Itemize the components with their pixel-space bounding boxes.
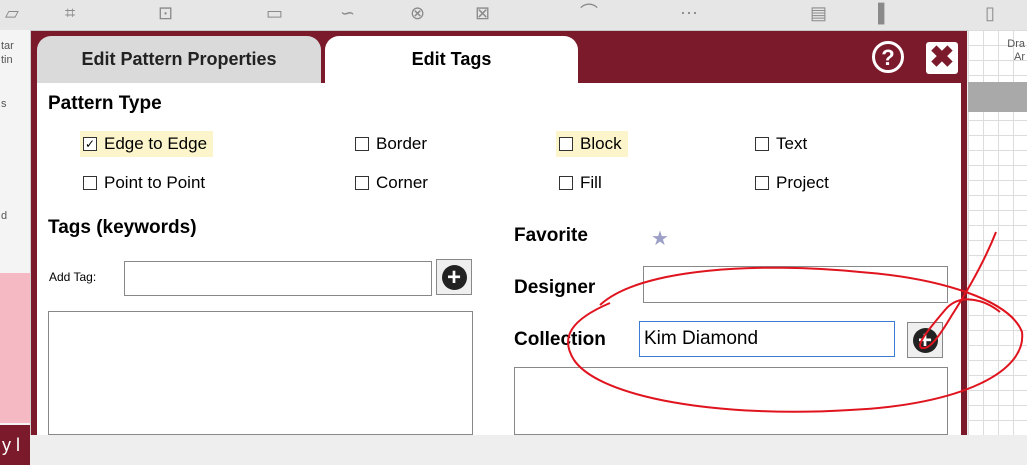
right-panel-label: Dra Ar (1007, 38, 1025, 63)
checkbox-checked-icon[interactable]: ✓ (83, 137, 97, 151)
tags-heading: Tags (keywords) (48, 217, 197, 238)
toolbar-tool-icon[interactable]: ▤ (810, 2, 827, 24)
toolbar-tool-icon[interactable]: ▯ (985, 2, 995, 24)
toolbar-tool-icon[interactable]: ⊡ (158, 2, 173, 24)
add-tag-input[interactable] (124, 261, 432, 296)
toolbar-tool-icon[interactable]: ▱ (5, 2, 19, 24)
pattern-type-heading: Pattern Type (48, 93, 162, 114)
tab-edit-tags[interactable]: Edit Tags (325, 36, 578, 83)
left-panel-text: tin (1, 54, 13, 66)
designer-label: Designer (514, 277, 596, 298)
toolbar-tool-icon[interactable]: ▭ (266, 2, 283, 24)
checkbox-label: Fill (580, 173, 602, 192)
checkbox-label: Text (776, 134, 808, 153)
add-tag-label: Add Tag: (49, 270, 97, 284)
checkbox-block[interactable]: Block (556, 131, 628, 157)
collection-label: Collection (514, 329, 606, 350)
toolbar-tool-icon[interactable]: ⌗ (65, 2, 75, 24)
app-toolbar: ▱ ⌗ ⊡ ▭ ∽ ⊗ ⊠ ⌒ ⋯ ▤ ▌ ▯ (0, 0, 1027, 31)
checkbox-box[interactable] (355, 176, 369, 190)
toolbar-tool-icon[interactable]: ⊗ (410, 2, 425, 24)
checkbox-text[interactable]: Text (752, 131, 813, 157)
plus-circle-icon: + (441, 264, 467, 290)
checkbox-label: Block (580, 134, 622, 153)
checkbox-box[interactable] (755, 176, 769, 190)
left-panel-text: d (1, 210, 8, 222)
checkbox-box[interactable] (559, 137, 573, 151)
checkbox-border[interactable]: Border (352, 131, 433, 157)
left-panel-footer: y l (0, 425, 30, 465)
close-icon[interactable]: ✖ (926, 42, 958, 74)
collections-list[interactable] (514, 367, 948, 435)
checkbox-label: Edge to Edge (104, 134, 208, 153)
add-collection-button[interactable]: + (907, 322, 943, 358)
checkbox-label: Project (776, 173, 829, 192)
toolbar-tool-icon[interactable]: ⊠ (475, 2, 490, 24)
checkbox-box[interactable] (83, 176, 97, 190)
checkbox-label: Point to Point (104, 173, 206, 192)
checkbox-box[interactable] (355, 137, 369, 151)
checkbox-label: Corner (376, 173, 428, 192)
left-panel-text: tar (1, 40, 14, 52)
add-tag-button[interactable]: + (436, 259, 472, 295)
toolbar-tool-icon[interactable]: ∽ (340, 2, 355, 24)
collection-input[interactable] (639, 321, 895, 357)
toolbar-tool-icon[interactable]: ⋯ (680, 2, 698, 24)
tags-list[interactable] (48, 311, 473, 435)
toolbar-tool-icon[interactable]: ⌒ (580, 2, 598, 24)
checkbox-fill[interactable]: Fill (556, 170, 608, 196)
designer-input[interactable] (643, 266, 948, 303)
checkbox-edge-to-edge[interactable]: ✓ Edge to Edge (80, 131, 214, 157)
left-panel-thumbnail[interactable] (0, 273, 30, 423)
checkbox-box[interactable] (755, 137, 769, 151)
tab-edit-pattern-properties[interactable]: Edit Pattern Properties (37, 36, 321, 83)
checkbox-point-to-point[interactable]: Point to Point (80, 170, 211, 196)
toolbar-tool-icon[interactable]: ▌ (878, 2, 891, 24)
help-icon[interactable]: ? (872, 41, 904, 73)
plus-circle-icon: + (912, 327, 938, 353)
favorite-label: Favorite (514, 225, 588, 246)
checkbox-project[interactable]: Project (752, 170, 835, 196)
right-panel-header (968, 82, 1027, 112)
checkbox-corner[interactable]: Corner (352, 170, 434, 196)
left-panel: tar tin s d y l (0, 30, 31, 465)
checkbox-label: Border (376, 134, 428, 153)
star-icon[interactable]: ★ (651, 226, 669, 251)
checkbox-box[interactable] (559, 176, 573, 190)
left-panel-text: s (1, 98, 7, 110)
